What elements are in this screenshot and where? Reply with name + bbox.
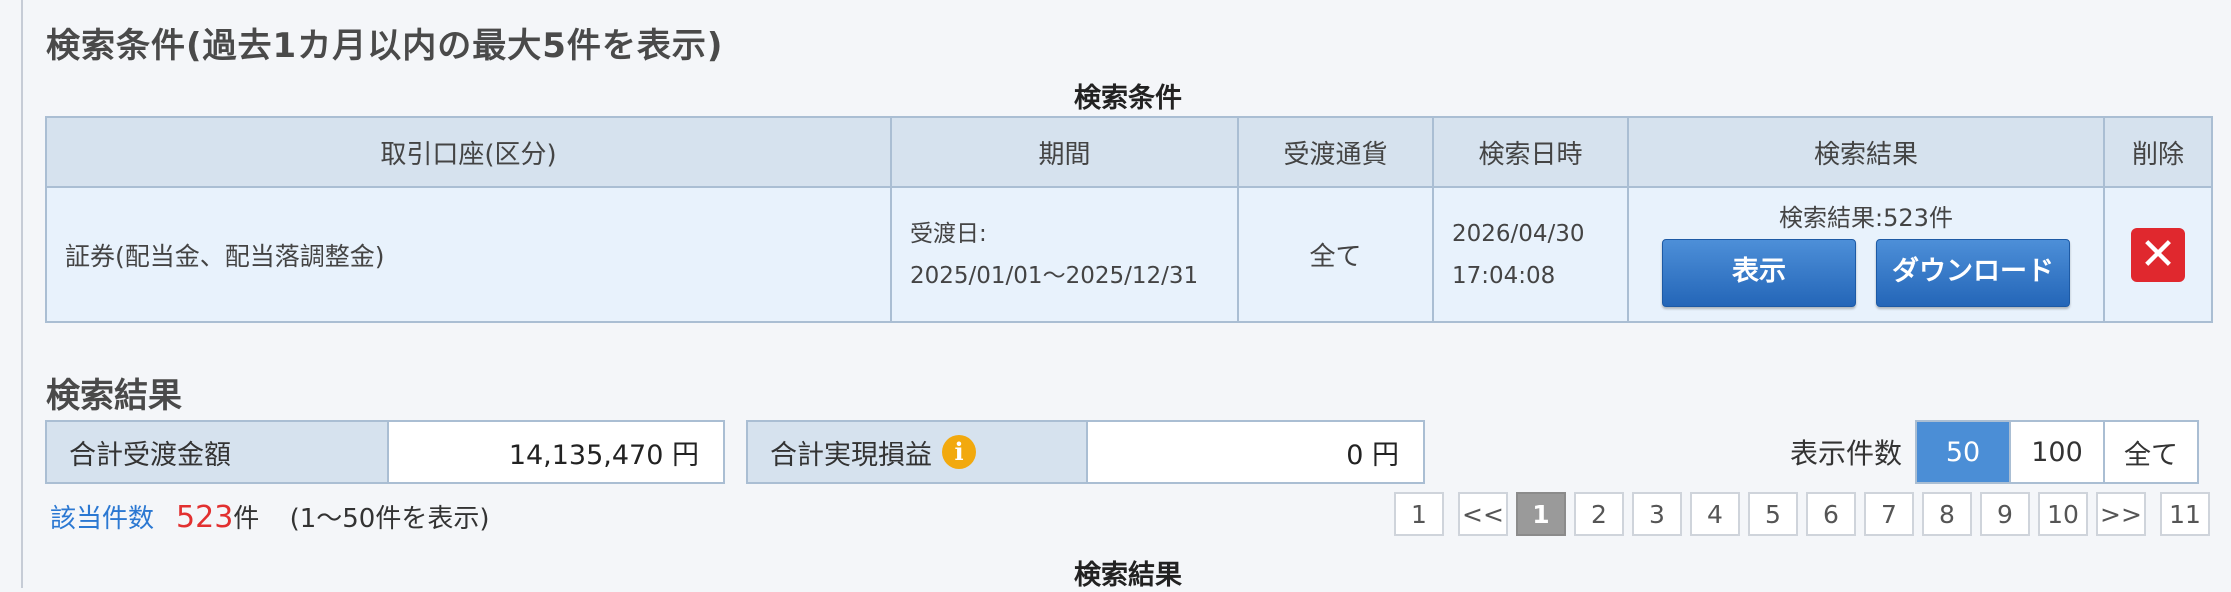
header-search-result: 検索結果 (1627, 116, 2105, 188)
total-amount-value: 14,135,470 円 (387, 422, 723, 482)
cell-search-datetime: 2026/04/30 17:04:08 (1432, 186, 1629, 323)
pager-page-4[interactable]: 4 (1690, 492, 1740, 536)
pager-next[interactable]: >> (2096, 492, 2146, 536)
display-count-100[interactable]: 100 (2009, 422, 2103, 482)
conditions-table: 取引口座(区分) 期間 受渡通貨 検索日時 検索結果 削除 証券(配当金、配当落… (45, 116, 2213, 323)
pager-first[interactable]: 1 (1394, 492, 1444, 536)
table-row: 証券(配当金、配当落調整金) 受渡日: 2025/01/01〜2025/12/3… (45, 186, 2213, 323)
header-account: 取引口座(区分) (45, 116, 892, 188)
display-count-selector: 50 100 全て (1915, 420, 2199, 484)
header-currency: 受渡通貨 (1237, 116, 1434, 188)
cell-account: 証券(配当金、配当落調整金) (45, 186, 892, 323)
cell-search-result: 検索結果:523件 表示 ダウンロード (1627, 186, 2105, 323)
results-section-title: 検索結果 (46, 376, 182, 416)
result-count-text: 検索結果:523件 (1779, 204, 1953, 232)
pager-page-3[interactable]: 3 (1632, 492, 1682, 536)
period-range: 2025/01/01〜2025/12/31 (910, 262, 1199, 289)
show-button[interactable]: 表示 (1662, 239, 1856, 307)
search-time: 17:04:08 (1452, 262, 1556, 289)
pager-page-6[interactable]: 6 (1806, 492, 1856, 536)
header-period: 期間 (890, 116, 1239, 188)
conditions-header-row: 取引口座(区分) 期間 受渡通貨 検索日時 検索結果 削除 (45, 116, 2213, 188)
hit-count-line: 該当件数 523件 (1〜50件を表示) (50, 498, 489, 535)
display-count-50[interactable]: 50 (1917, 422, 2009, 482)
pager-page-10[interactable]: 10 (2038, 492, 2088, 536)
cell-currency: 全て (1237, 186, 1434, 323)
pagination: 1 << 1 2 3 4 5 6 7 8 9 10 >> 11 (1394, 492, 2210, 536)
total-pl-label: 合計実現損益 (770, 439, 932, 471)
period-label: 受渡日: (910, 220, 987, 247)
info-icon[interactable]: i (942, 435, 976, 469)
pager-page-2[interactable]: 2 (1574, 492, 1624, 536)
cell-period: 受渡日: 2025/01/01〜2025/12/31 (890, 186, 1239, 323)
header-delete: 削除 (2103, 116, 2213, 188)
pager-page-9[interactable]: 9 (1980, 492, 2030, 536)
display-count-label: 表示件数 (1790, 437, 1903, 470)
left-border (21, 0, 23, 588)
hit-count-value: 523 (176, 500, 234, 535)
total-amount-label: 合計受渡金額 (47, 422, 387, 482)
hit-count-label: 該当件数 (50, 504, 155, 534)
pager-page-1[interactable]: 1 (1516, 492, 1566, 536)
pager-last[interactable]: 11 (2160, 492, 2210, 536)
pager-page-8[interactable]: 8 (1922, 492, 1972, 536)
header-search-datetime: 検索日時 (1432, 116, 1629, 188)
conditions-table-caption: 検索条件 (1074, 83, 1182, 114)
hit-count-range: (1〜50件を表示) (289, 504, 490, 534)
hit-count-unit: 件 (233, 504, 260, 534)
download-button[interactable]: ダウンロード (1876, 239, 2070, 307)
pager-page-7[interactable]: 7 (1864, 492, 1914, 536)
search-date: 2026/04/30 (1452, 220, 1585, 247)
display-count-all[interactable]: 全て (2103, 422, 2197, 482)
cell-delete: ✕ (2103, 186, 2213, 323)
close-icon[interactable]: ✕ (2131, 227, 2185, 282)
total-amount-box: 合計受渡金額 14,135,470 円 (45, 420, 725, 484)
conditions-section-title: 検索条件(過去1カ月以内の最大5件を表示) (46, 26, 724, 66)
total-pl-value: 0 円 (1086, 422, 1423, 482)
pager-page-5[interactable]: 5 (1748, 492, 1798, 536)
total-pl-label-cell: 合計実現損益 i (748, 422, 1086, 482)
pager-prev[interactable]: << (1458, 492, 1508, 536)
results-table-caption: 検索結果 (1074, 560, 1182, 591)
total-pl-box: 合計実現損益 i 0 円 (746, 420, 1425, 484)
